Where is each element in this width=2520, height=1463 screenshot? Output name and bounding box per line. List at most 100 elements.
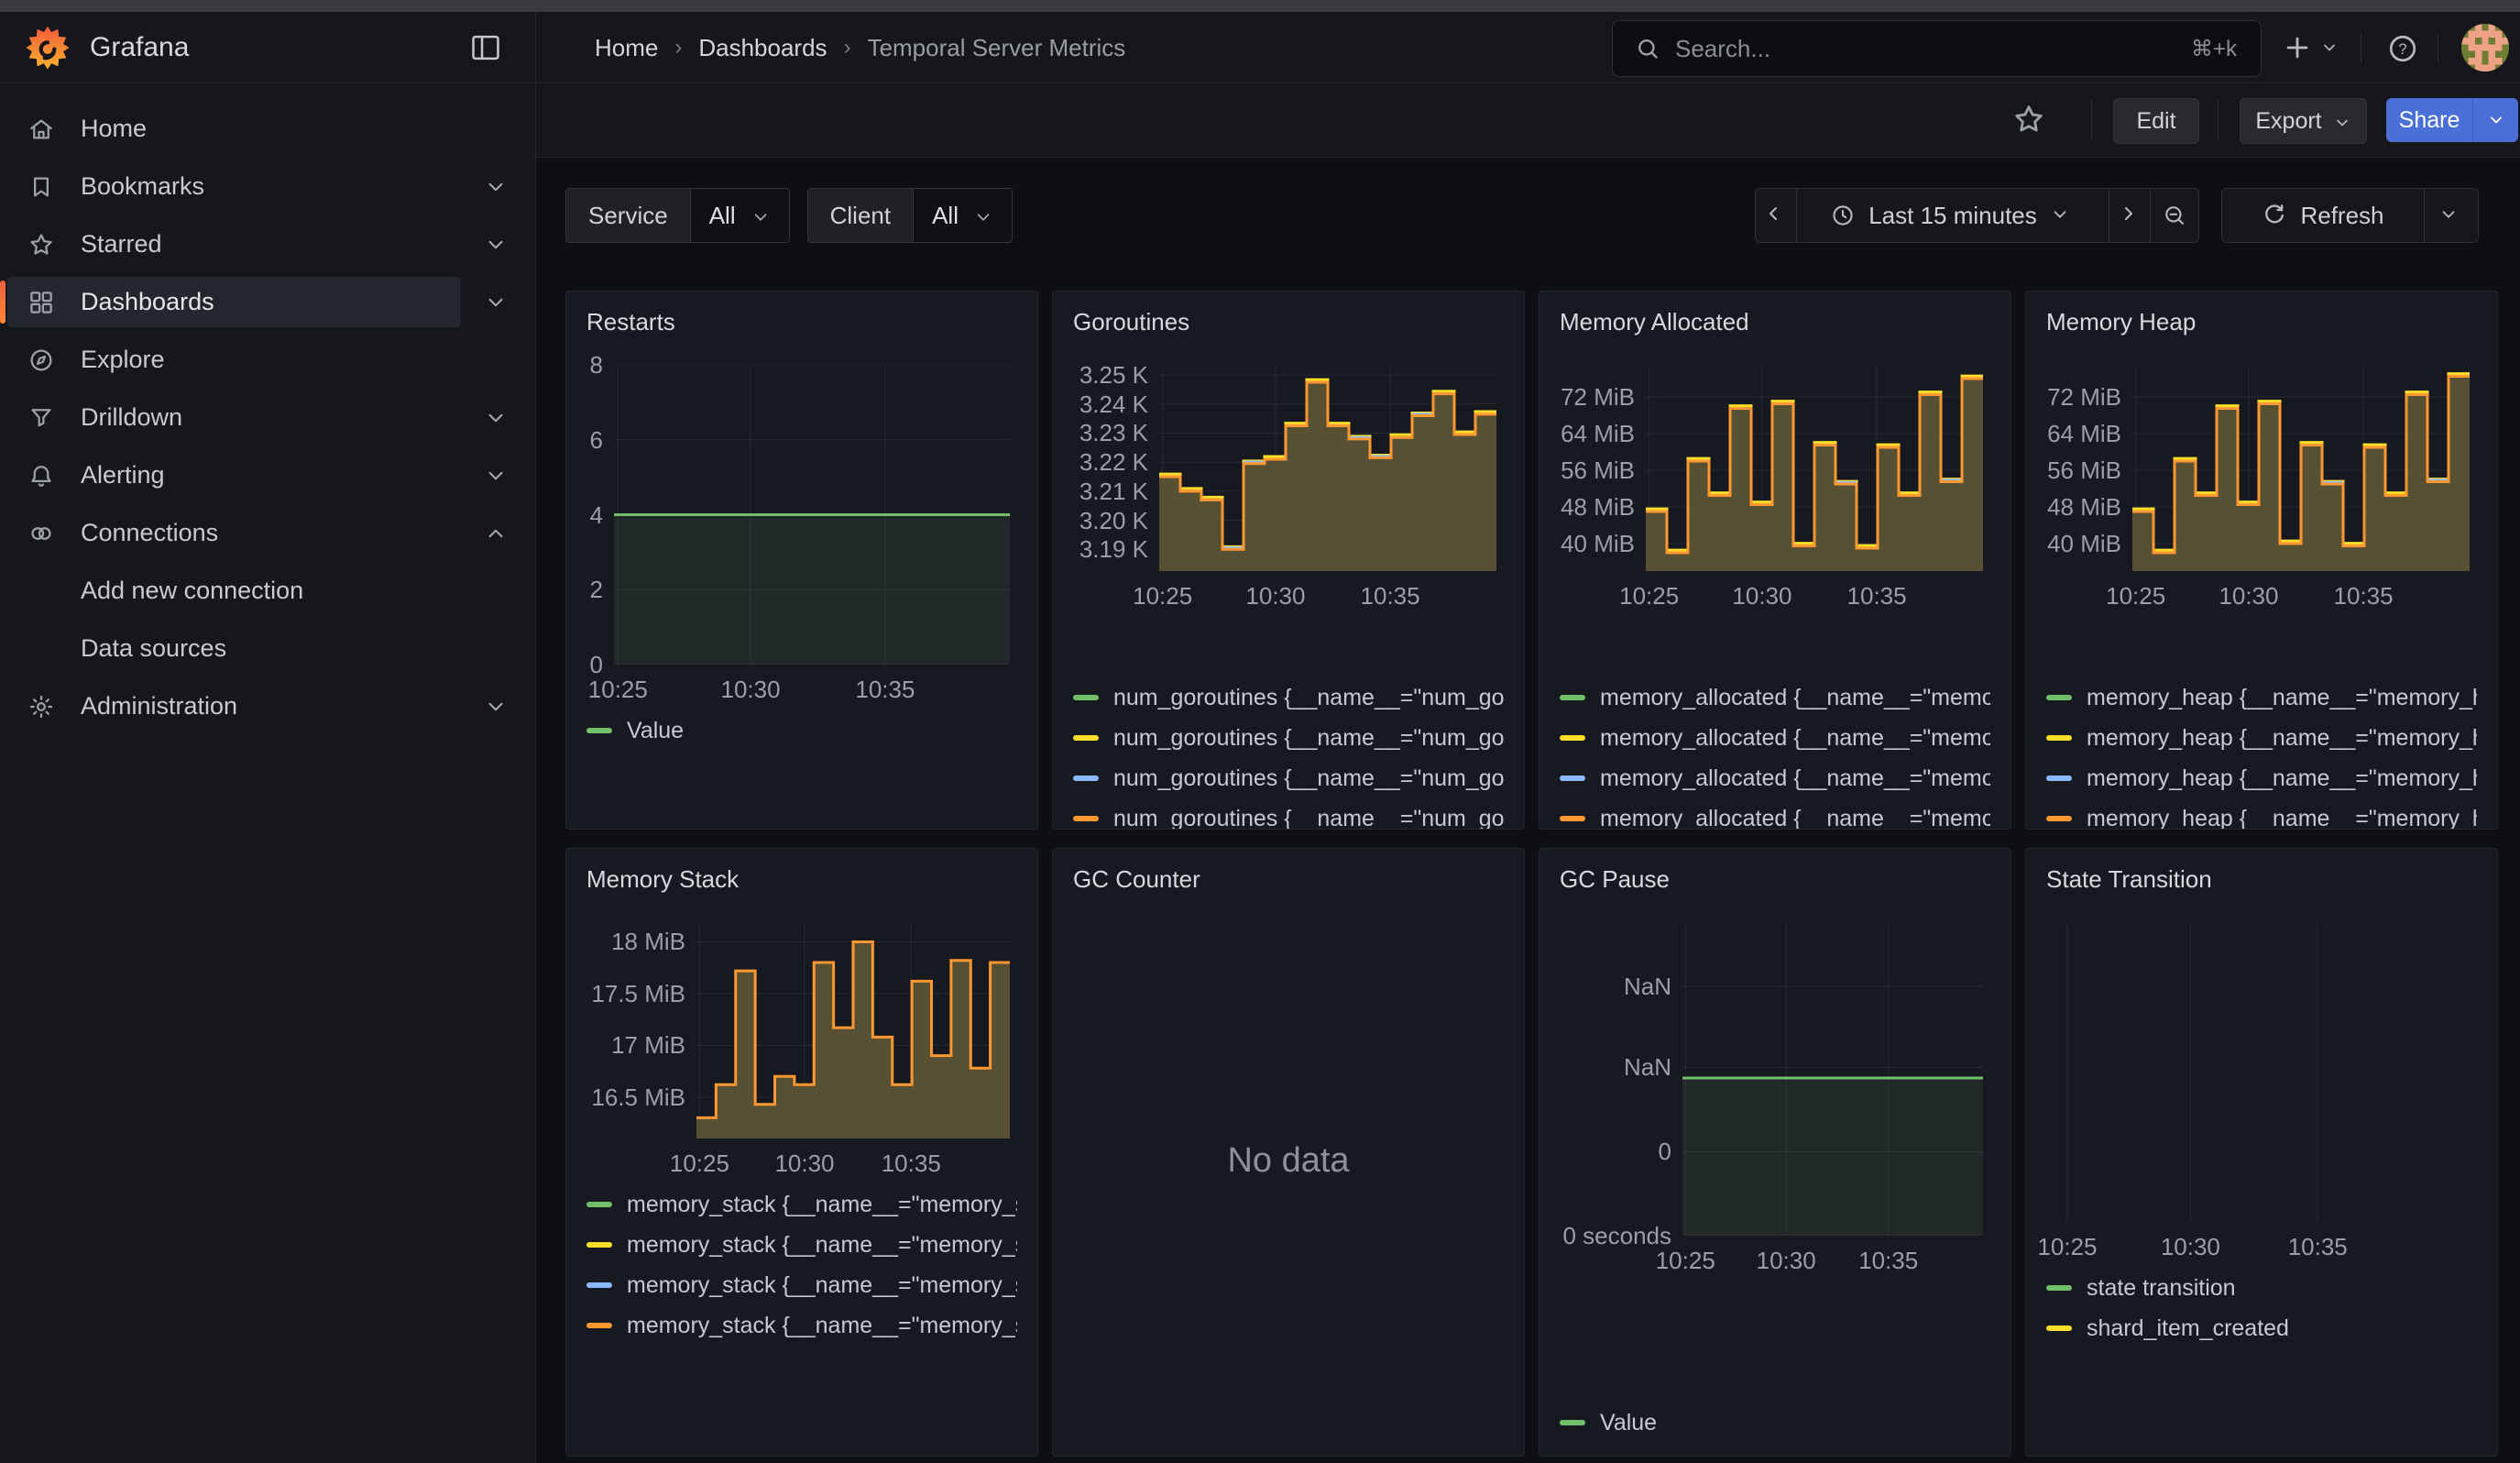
x-axis-label: 10:25 — [2106, 582, 2165, 610]
variable-client[interactable]: ClientAll — [807, 188, 1013, 243]
panel-title[interactable]: GC Counter — [1053, 849, 1524, 893]
sidebar-item-dashboards[interactable]: Dashboards — [0, 273, 535, 331]
legend-item[interactable]: num_goroutines {__name__="num_go — [1073, 758, 1504, 798]
chevron-up-icon[interactable] — [484, 522, 508, 545]
edit-button[interactable]: Edit — [2113, 98, 2199, 144]
legend-label: memory_heap {__name__="memory_h — [2087, 725, 2477, 752]
legend-item[interactable]: shard_item_created — [2046, 1308, 2477, 1348]
legend-item[interactable]: num_goroutines {__name__="num_go — [1073, 798, 1504, 829]
export-button[interactable]: Export — [2240, 98, 2367, 144]
sidebar-item-add-new-connection[interactable]: Add new connection — [0, 562, 535, 620]
legend-item[interactable]: memory_allocated {__name__="memo — [1560, 718, 1990, 758]
chevron-down-icon[interactable] — [484, 233, 508, 257]
chart-area: 72 MiB64 MiB56 MiB48 MiB40 MiB10:2510:30… — [2046, 365, 2470, 611]
sidebar-item-connections[interactable]: Connections — [0, 504, 535, 562]
sidebar-item-explore[interactable]: Explore — [0, 331, 535, 389]
chevron-down-icon[interactable] — [484, 291, 508, 314]
legend-item[interactable]: memory_allocated {__name__="memo — [1560, 798, 1990, 829]
legend-item[interactable]: memory_heap {__name__="memory_h — [2046, 758, 2477, 798]
chevron-down-icon[interactable] — [484, 406, 508, 430]
legend-swatch — [1073, 816, 1099, 821]
sidebar-item-label: Home — [81, 115, 147, 143]
legend-swatch — [2046, 1326, 2072, 1331]
help-icon[interactable]: ? — [2386, 32, 2419, 65]
share-dropdown-button[interactable] — [2472, 98, 2518, 142]
panel-title[interactable]: Memory Allocated — [1539, 292, 2011, 336]
sidebar-item-drilldown[interactable]: Drilldown — [0, 389, 535, 446]
legend-item[interactable]: memory_stack {__name__="memory_s — [586, 1305, 1017, 1346]
variable-value-dropdown[interactable]: All — [913, 189, 1012, 242]
chart-area: 8642010:2510:3010:35 — [586, 365, 1010, 705]
panel-title[interactable]: Memory Stack — [566, 849, 1037, 893]
y-axis-label: 56 MiB — [1561, 456, 1635, 485]
sidebar-item-alerting[interactable]: Alerting — [0, 446, 535, 504]
sidebar-item-label: Explore — [81, 346, 165, 374]
search-box[interactable]: ⌘+k — [1612, 20, 2262, 77]
toolbar-divider — [2218, 100, 2219, 140]
bookmark-icon — [27, 173, 55, 201]
sidebar-item-administration[interactable]: Administration — [0, 677, 535, 735]
panel-title[interactable]: Memory Heap — [2026, 292, 2497, 336]
legend-item[interactable]: memory_stack {__name__="memory_s — [586, 1265, 1017, 1305]
x-axis-label: 10:25 — [588, 676, 648, 704]
time-forward-button[interactable] — [2109, 188, 2151, 243]
search-input[interactable] — [1673, 34, 2191, 64]
panel-title[interactable]: Restarts — [566, 292, 1037, 336]
panel-restarts: Restarts 8642010:2510:3010:35 Value — [565, 291, 1038, 830]
panel-title[interactable]: GC Pause — [1539, 849, 2011, 893]
legend-swatch — [1073, 776, 1099, 781]
panel-title[interactable]: Goroutines — [1053, 292, 1524, 336]
legend-item[interactable]: memory_heap {__name__="memory_h — [2046, 677, 2477, 718]
os-titlebar — [0, 0, 2520, 12]
y-axis-label: 48 MiB — [1561, 493, 1635, 522]
legend-item[interactable]: memory_stack {__name__="memory_s — [586, 1225, 1017, 1265]
time-back-button[interactable] — [1755, 188, 1797, 243]
sidebar-item-bookmarks[interactable]: Bookmarks — [0, 158, 535, 215]
sidebar-item-data-sources[interactable]: Data sources — [0, 620, 535, 677]
legend-label: memory_stack {__name__="memory_s — [627, 1313, 1017, 1339]
chevron-down-icon[interactable] — [484, 695, 508, 719]
refresh-button[interactable]: Refresh — [2221, 188, 2425, 243]
template-variables: ServiceAll ClientAll — [565, 188, 1013, 243]
legend-item[interactable]: num_goroutines {__name__="num_go — [1073, 677, 1504, 718]
legend-item[interactable]: memory_allocated {__name__="memo — [1560, 677, 1990, 718]
breadcrumb-item[interactable]: Dashboards — [698, 34, 827, 62]
legend-item[interactable]: Value — [586, 710, 1017, 751]
legend-swatch — [586, 1323, 612, 1328]
legend-item[interactable]: memory_heap {__name__="memory_h — [2046, 798, 2477, 829]
share-button[interactable]: Share — [2386, 98, 2472, 142]
y-axis — [2046, 922, 2059, 1222]
legend-item[interactable]: memory_stack {__name__="memory_s — [586, 1184, 1017, 1225]
sidebar-item-starred[interactable]: Starred — [0, 215, 535, 273]
x-axis: 10:2510:3010:35 — [614, 665, 1010, 705]
add-button[interactable] — [2282, 32, 2339, 63]
x-axis: 10:2510:3010:35 — [2059, 1222, 2470, 1262]
legend-item[interactable]: memory_heap {__name__="memory_h — [2046, 718, 2477, 758]
user-avatar[interactable] — [2461, 24, 2509, 72]
legend-item[interactable]: num_goroutines {__name__="num_go — [1073, 718, 1504, 758]
legend-label: memory_stack {__name__="memory_s — [627, 1192, 1017, 1218]
chevron-down-icon[interactable] — [484, 464, 508, 488]
panel-memory-heap: Memory Heap 72 MiB64 MiB56 MiB48 MiB40 Mi… — [2025, 291, 2498, 830]
chart-area: 3.25 K3.24 K3.23 K3.22 K3.21 K3.20 K3.19… — [1073, 365, 1496, 611]
x-axis-label: 10:35 — [2334, 582, 2394, 610]
zoom-out-button[interactable] — [2151, 188, 2199, 243]
time-range-picker[interactable]: Last 15 minutes — [1797, 188, 2109, 243]
variable-value-dropdown[interactable]: All — [690, 189, 789, 242]
sidebar-item-home[interactable]: Home — [0, 100, 535, 158]
legend: memory_heap {__name__="memory_hmemory_he… — [2046, 677, 2477, 829]
refresh-interval-dropdown[interactable] — [2425, 188, 2479, 243]
favorite-star-icon[interactable] — [2011, 102, 2046, 137]
panel-title[interactable]: State Transition — [2026, 849, 2497, 893]
nav-item-highlight — [7, 450, 461, 500]
legend-item[interactable]: Value — [1560, 1402, 1990, 1443]
y-axis-label: 18 MiB — [611, 928, 685, 956]
sidebar-item-label: Alerting — [81, 461, 165, 490]
chevron-down-icon[interactable] — [484, 175, 508, 199]
breadcrumb-item[interactable]: Home — [595, 34, 658, 62]
panel-state-transition: State Transition 10:2510:3010:35 state tra… — [2025, 848, 2498, 1457]
legend-item[interactable]: memory_allocated {__name__="memo — [1560, 758, 1990, 798]
dock-menu-icon[interactable] — [467, 29, 504, 66]
variable-service[interactable]: ServiceAll — [565, 188, 790, 243]
legend-item[interactable]: state transition — [2046, 1268, 2477, 1308]
